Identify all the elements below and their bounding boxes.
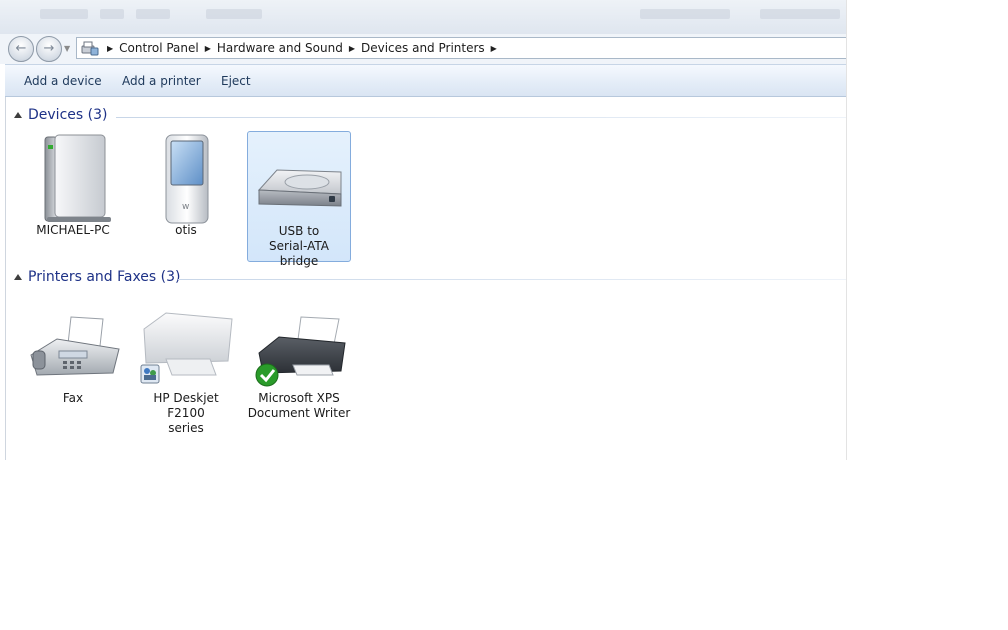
- collapse-triangle-icon[interactable]: [14, 274, 22, 280]
- devices-group-title: Devices (3): [28, 107, 108, 123]
- default-printer-icon: [249, 299, 349, 391]
- printers-group-header[interactable]: Printers and Faxes (3): [6, 269, 846, 289]
- back-button[interactable]: ←: [8, 36, 34, 62]
- content-pane: Devices (3) MICHAEL-PC w otis USB to Ser…: [5, 97, 846, 460]
- printer-icon: [136, 299, 236, 391]
- add-printer-button[interactable]: Add a printer: [122, 74, 201, 88]
- breadcrumb-hardware-and-sound[interactable]: Hardware and Sound: [217, 41, 343, 55]
- devices-and-printers-window: ← → ▼ ▶ Control Panel ▶ Hardware and Sou…: [0, 0, 847, 460]
- printer-tile-microsoft-xps[interactable]: Microsoft XPS Document Writer: [247, 299, 351, 429]
- device-tile-michael-pc[interactable]: MICHAEL-PC: [21, 131, 125, 261]
- devices-group-header[interactable]: Devices (3): [6, 107, 846, 127]
- collapse-triangle-icon[interactable]: [14, 112, 22, 118]
- recent-pages-dropdown-icon[interactable]: ▼: [64, 44, 70, 53]
- printer-tile-hp-deskjet[interactable]: HP Deskjet F2100 series: [134, 299, 238, 435]
- breadcrumb-control-panel[interactable]: Control Panel: [119, 41, 199, 55]
- breadcrumb-separator-icon[interactable]: ▶: [491, 44, 497, 53]
- media-player-icon: w: [136, 131, 236, 224]
- external-drive-icon: [249, 132, 349, 224]
- forward-button[interactable]: →: [36, 36, 62, 62]
- back-arrow-icon: ←: [15, 41, 27, 56]
- printer-label-line2: Document Writer: [247, 406, 351, 420]
- navigation-bar: ← → ▼ ▶ Control Panel ▶ Hardware and Sou…: [0, 34, 846, 64]
- printer-label-line1: Microsoft XPS: [258, 391, 340, 405]
- eject-button[interactable]: Eject: [221, 74, 251, 88]
- breadcrumb-separator-icon[interactable]: ▶: [349, 44, 355, 53]
- device-tile-otis[interactable]: w otis: [134, 131, 238, 261]
- printer-label: Fax: [62, 391, 84, 405]
- devices-printers-icon: [79, 38, 101, 58]
- command-bar: Add a device Add a printer Eject: [5, 64, 846, 97]
- computer-icon: [23, 131, 123, 223]
- shared-users-icon: [140, 364, 160, 384]
- printer-tile-fax[interactable]: Fax: [21, 299, 125, 411]
- printer-label-line2: series: [168, 421, 204, 435]
- add-device-button[interactable]: Add a device: [24, 74, 102, 88]
- default-check-icon: [255, 363, 279, 387]
- device-label-line2: Serial-ATA bridge: [269, 239, 329, 268]
- breadcrumb-separator-icon[interactable]: ▶: [107, 44, 113, 53]
- breadcrumb-devices-and-printers[interactable]: Devices and Printers: [361, 41, 485, 55]
- printers-group-title: Printers and Faxes (3): [28, 269, 181, 285]
- device-tile-usb-sata-bridge[interactable]: USB to Serial-ATA bridge: [247, 131, 351, 268]
- breadcrumb-separator-icon[interactable]: ▶: [205, 44, 211, 53]
- printer-label-line1: HP Deskjet F2100: [153, 391, 219, 420]
- address-bar[interactable]: ▶ Control Panel ▶ Hardware and Sound ▶ D…: [76, 37, 846, 59]
- svg-text:w: w: [182, 202, 189, 212]
- forward-arrow-icon: →: [43, 41, 55, 56]
- title-bar: [0, 0, 846, 66]
- fax-icon: [23, 299, 123, 391]
